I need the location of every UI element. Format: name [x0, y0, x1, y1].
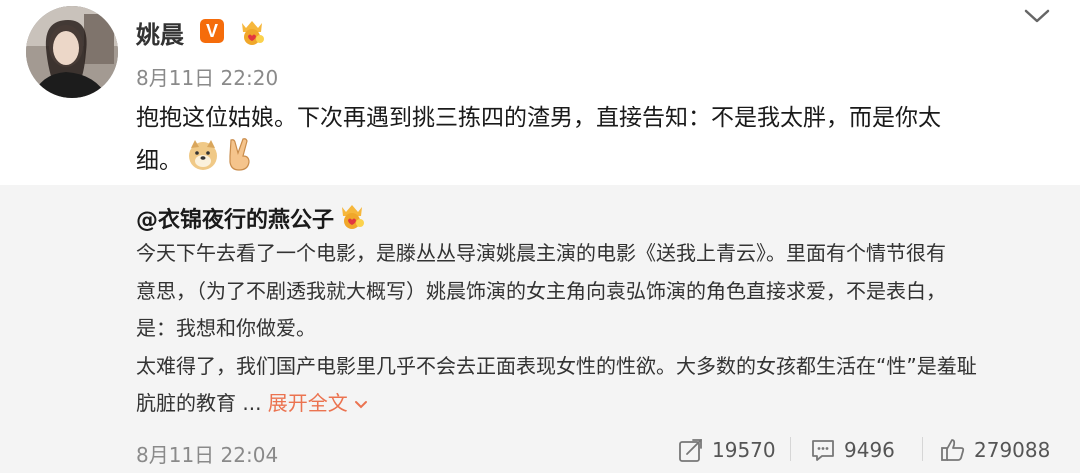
expand-label: 展开全文	[267, 391, 348, 415]
avatar-photo	[26, 6, 118, 98]
verified-badge: V	[200, 19, 224, 43]
doge-icon	[189, 140, 217, 170]
comment-icon	[812, 440, 834, 461]
post-text-line: 细。	[136, 148, 182, 174]
divider	[922, 437, 923, 461]
avatar[interactable]	[26, 6, 118, 98]
chevron-down-icon	[354, 400, 367, 408]
repost-text-tail: 肮脏的教育 ...	[136, 391, 262, 415]
post-time[interactable]: 8月11日 22:20	[136, 62, 278, 91]
comment-button[interactable]: 9496	[810, 434, 895, 466]
repost-text: 今天下午去看了一个电影，是滕丛丛导演姚晨主演的电影《送我上青云》。里面有个情节很…	[136, 235, 1046, 423]
repost-card[interactable]: @衣锦夜行的燕公子 今天下午去看了一个电影，是滕丛丛导演姚晨主演的电影《送我上青…	[0, 185, 1080, 473]
repost-button[interactable]: 19570	[678, 434, 776, 466]
chevron-down-icon[interactable]	[1022, 6, 1052, 26]
expand-full-text-link[interactable]: 展开全文	[268, 391, 368, 415]
peace-hand-icon	[229, 138, 250, 171]
share-icon	[679, 439, 702, 462]
post-text: 抱抱这位姑娘。下次再遇到挑三拣四的渣男，直接告知：不是我太胖，而是你太 细。	[136, 97, 1046, 183]
comment-count: 9496	[844, 438, 895, 462]
repost-time[interactable]: 8月11日 22:04	[136, 439, 278, 468]
repost-text-line: 是：我想和你做爱。	[136, 316, 316, 340]
like-count: 279088	[974, 438, 1051, 462]
repost-text-line: 太难得了，我们国产电影里几乎不会去正面表现女性的性欲。大多数的女孩都生活在“性”…	[136, 353, 977, 378]
author-name[interactable]: 姚晨	[136, 15, 184, 50]
repost-author[interactable]: @衣锦夜行的燕公子	[136, 202, 334, 234]
repost-text-line: 肮脏的教育 ... 展开全文	[136, 385, 1046, 423]
divider	[790, 437, 791, 461]
repost-text-line: 意思，（为了不剧透我就大概写）姚晨饰演的女主角向袁弘饰演的角色直接求爱，不是表白…	[136, 278, 946, 303]
crown-heart-icon	[342, 205, 364, 229]
crown-heart-icon	[242, 21, 264, 45]
post-text-line: 抱抱这位姑娘。下次再遇到挑三拣四的渣男，直接告知：不是我太胖，而是你太	[136, 105, 941, 131]
repost-text-line: 今天下午去看了一个电影，是滕丛丛导演姚晨主演的电影《送我上青云》。里面有个情节很…	[136, 241, 946, 265]
like-button[interactable]: 279088	[940, 434, 1050, 466]
repost-count: 19570	[712, 438, 776, 462]
thumbs-up-icon	[941, 439, 965, 461]
